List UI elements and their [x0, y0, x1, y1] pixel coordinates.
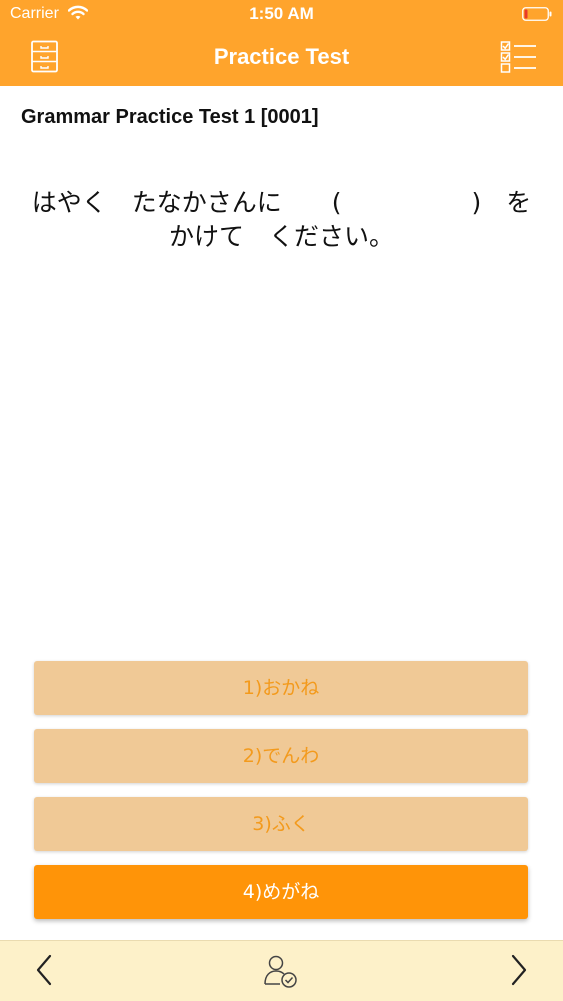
answer-option-1[interactable]: 1)おかね	[34, 661, 528, 715]
checklist-icon	[500, 41, 536, 73]
question-line-1: はやく たなかさんに ( ) を	[20, 186, 543, 220]
question-line-1-start: はやく たなかさんに (	[31, 188, 342, 217]
user-check-icon	[264, 955, 297, 988]
question-list-button[interactable]	[500, 40, 538, 74]
previous-button[interactable]	[30, 953, 60, 989]
question-text: はやく たなかさんに ( ) を かけて ください。	[20, 186, 543, 254]
page-title: Practice Test	[213, 44, 350, 69]
battery-icon	[522, 7, 552, 21]
question-line-2: かけて ください。	[168, 222, 394, 251]
test-title: Grammar Practice Test 1 [0001]	[21, 106, 319, 128]
status-time: 1:50 AM	[249, 4, 314, 23]
chevron-right-icon	[511, 954, 527, 986]
next-button[interactable]	[503, 953, 533, 989]
answer-option-4[interactable]: 4)めがね	[34, 865, 528, 919]
status-bar: Carrier 1:50 AM	[0, 0, 563, 28]
answer-option-3[interactable]: 3)ふく	[34, 797, 528, 851]
chevron-left-icon	[36, 954, 52, 986]
question-line-1-end: ) を	[471, 188, 532, 217]
navigation-bar: Practice Test	[0, 28, 563, 86]
bottom-toolbar	[0, 940, 563, 1001]
answer-option-2[interactable]: 2)でんわ	[34, 729, 528, 783]
check-answer-button[interactable]	[262, 951, 302, 991]
